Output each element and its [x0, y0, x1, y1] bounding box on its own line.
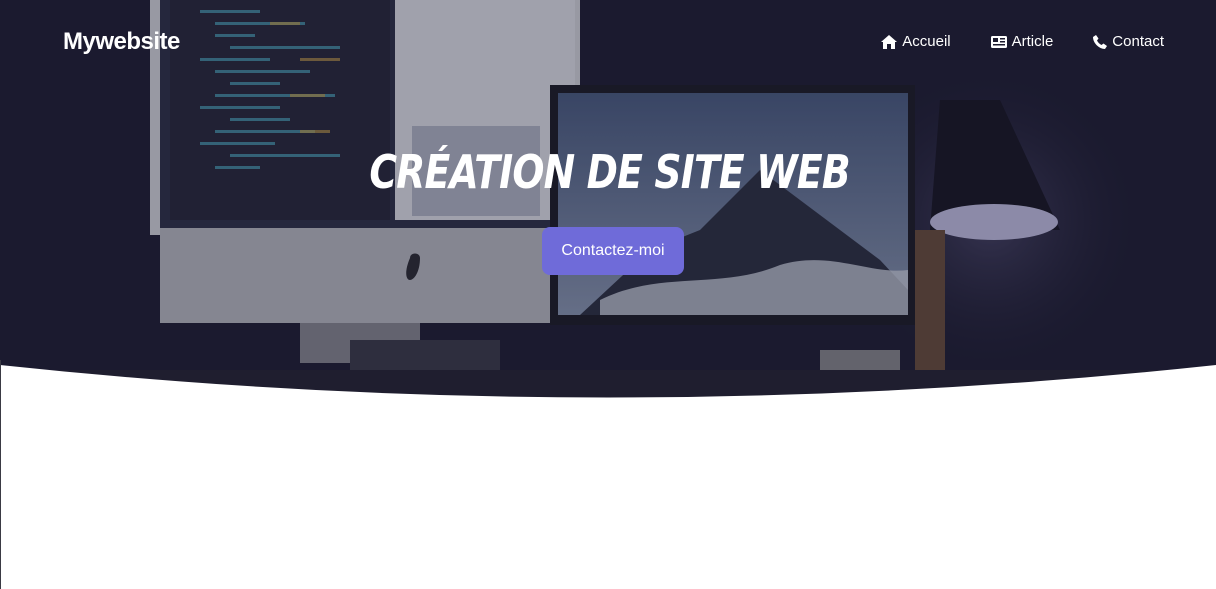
brand-logo-link[interactable]: Mywebsite: [63, 28, 180, 56]
navbar: Mywebsite Accueil Article Contact: [0, 0, 1216, 86]
nav-link-label: Article: [1011, 33, 1054, 50]
hero-title: CRÉATION DE SITE WEB: [369, 145, 850, 199]
nav-link-label: Accueil: [902, 33, 951, 50]
nav-links: Accueil Article Contact: [881, 33, 1164, 50]
contact-me-button[interactable]: Contactez-moi: [542, 227, 684, 275]
nav-link-contact[interactable]: Contact: [1093, 33, 1164, 50]
home-icon: [881, 34, 898, 49]
hero-section: Mywebsite Accueil Article Contact CRÉATI…: [0, 0, 1216, 400]
phone-icon: [1093, 34, 1108, 49]
nav-link-label: Contact: [1112, 33, 1164, 50]
newspaper-icon: [990, 35, 1007, 48]
page-left-border: [0, 360, 1, 589]
nav-link-article[interactable]: Article: [990, 33, 1054, 50]
nav-link-accueil[interactable]: Accueil: [881, 33, 951, 50]
